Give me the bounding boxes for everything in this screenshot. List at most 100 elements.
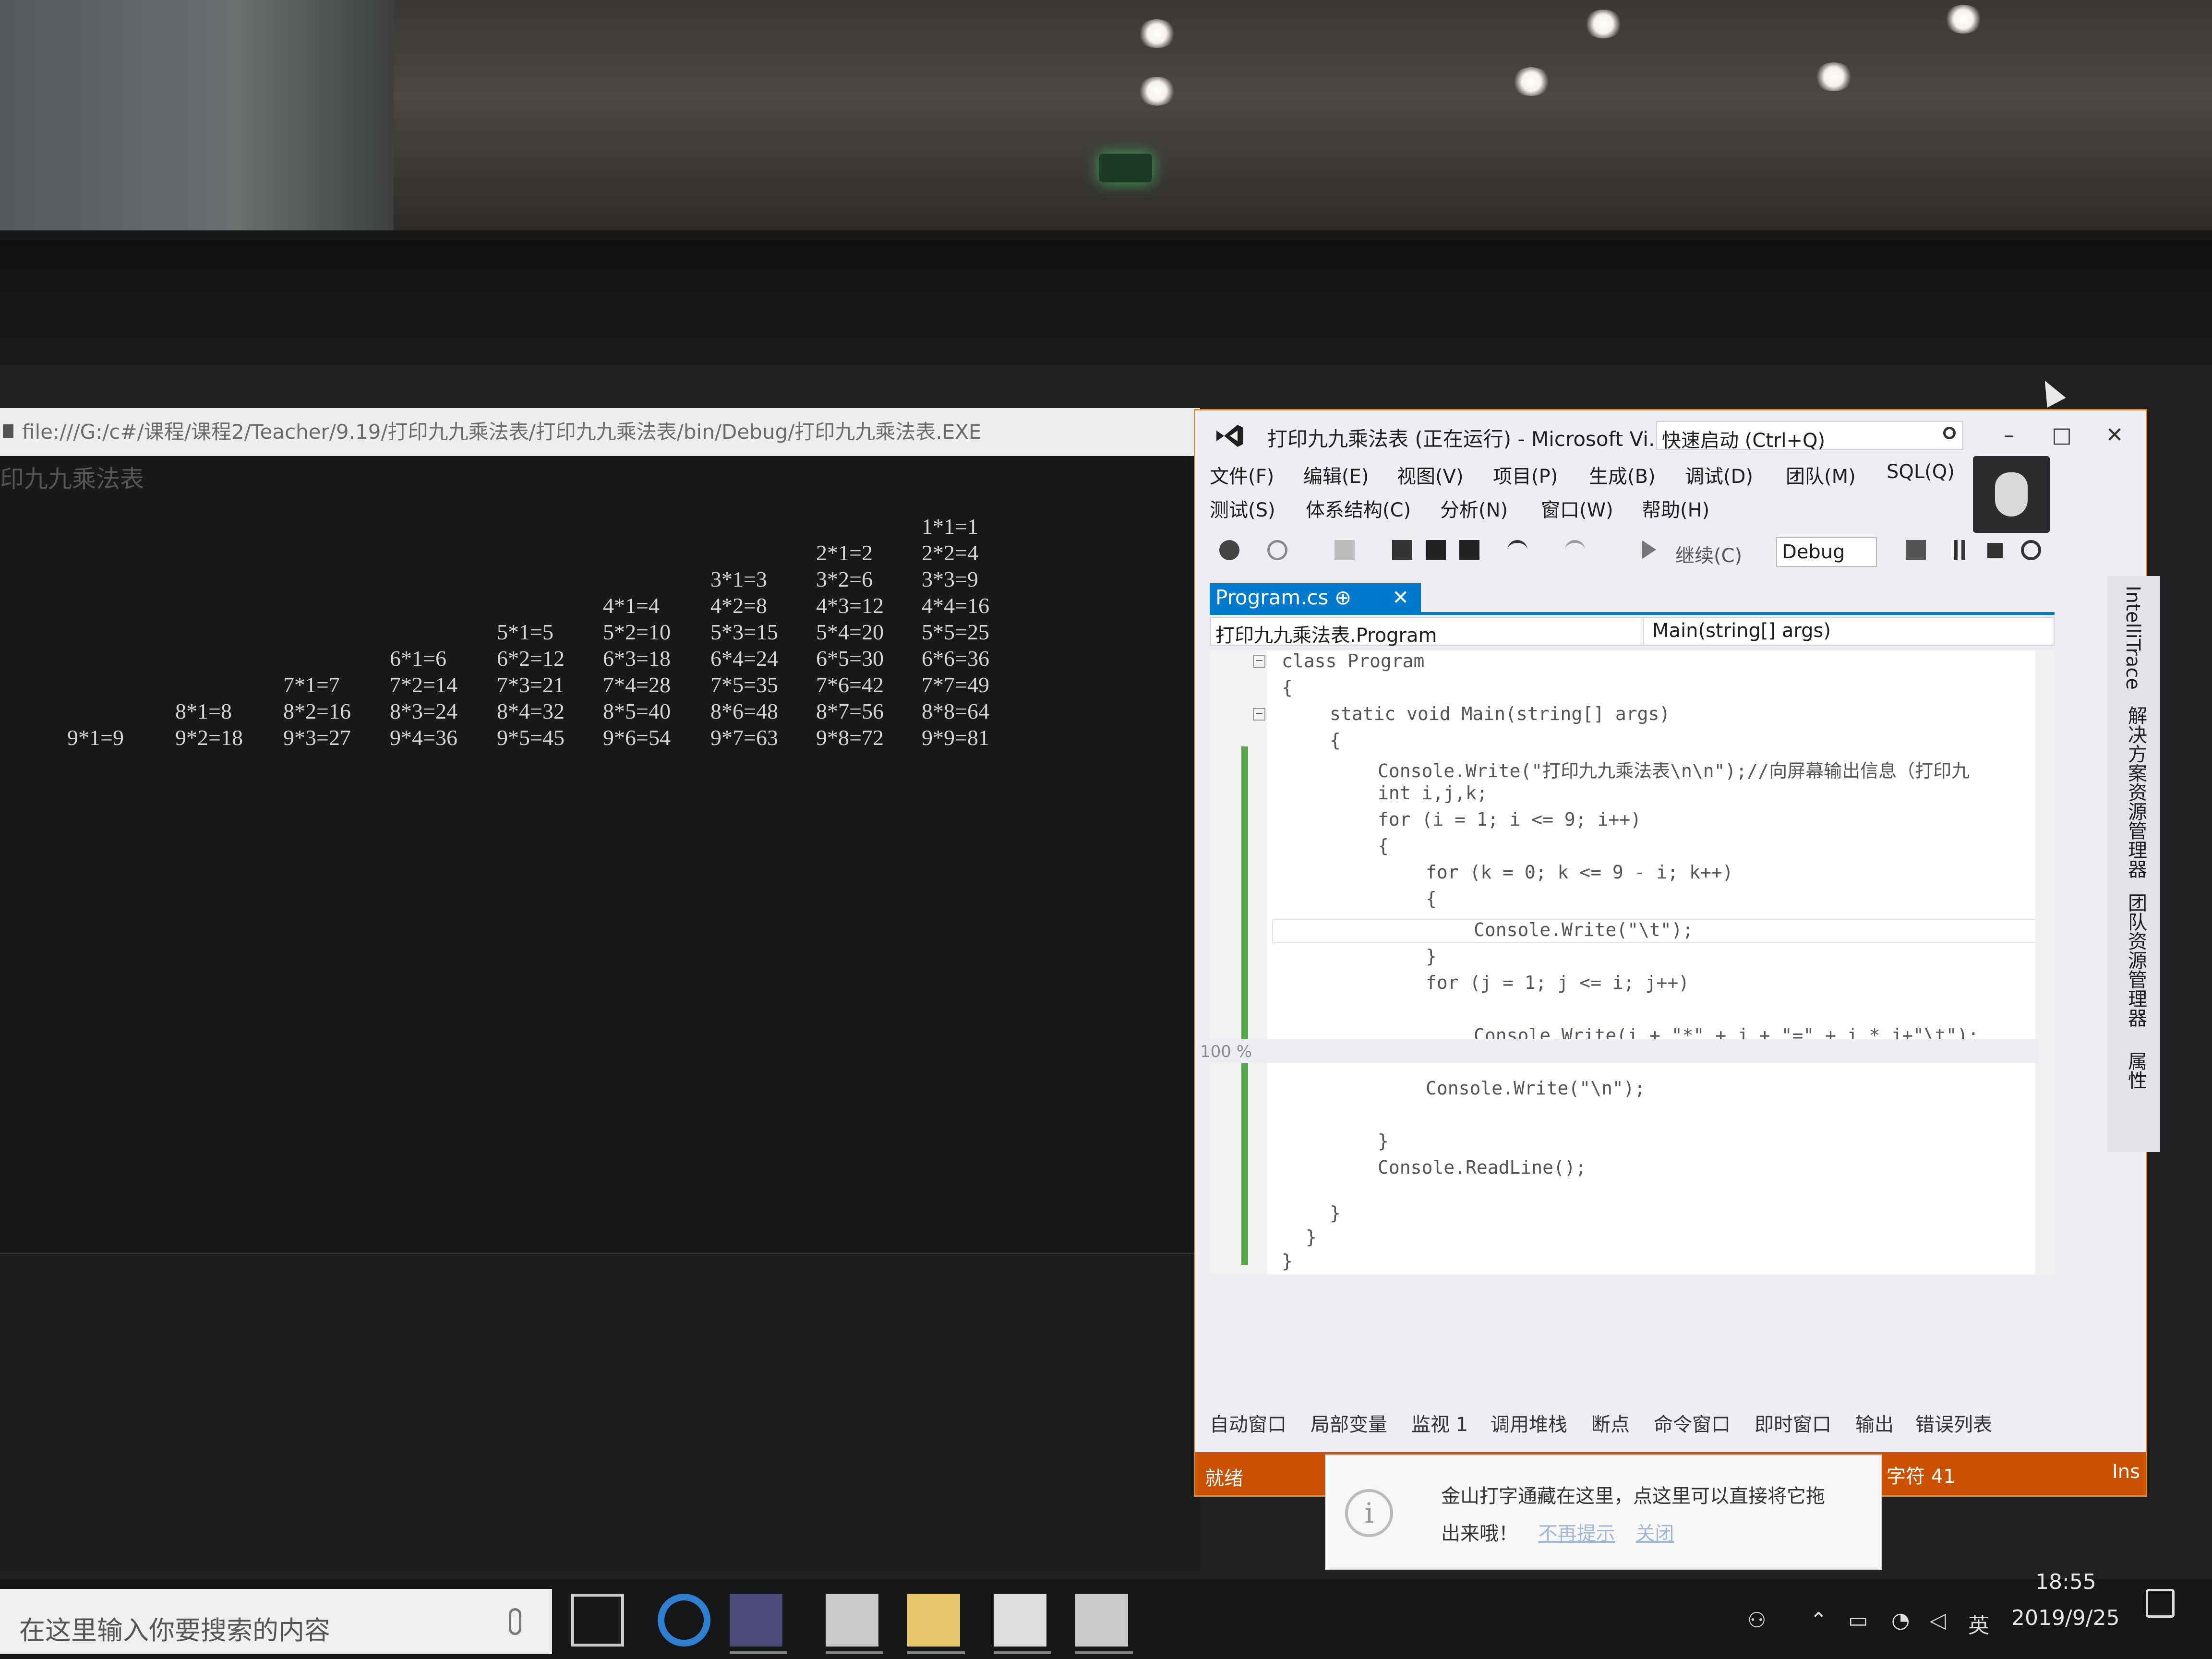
menu-file[interactable]: 文件(F)	[1210, 461, 1274, 489]
new-project-icon[interactable]	[1334, 540, 1355, 560]
clock-date[interactable]: 2019/9/25	[2011, 1606, 2120, 1630]
close-icon[interactable]: ✕	[1392, 583, 1409, 612]
code-line: class Program	[1282, 650, 1425, 672]
close-button[interactable]: ✕	[2098, 421, 2131, 450]
collapse-icon[interactable]: −	[1253, 655, 1265, 668]
change-indicator	[1241, 746, 1248, 1265]
toast-message-end: 出来哦！	[1441, 1523, 1518, 1545]
clock-time[interactable]: 18:55	[2035, 1570, 2096, 1594]
visual-studio-window[interactable]: 打印九九乘法表 (正在运行) - Microsoft Vi... 快速启动 (C…	[1195, 410, 2146, 1495]
redo-icon[interactable]	[1565, 540, 1585, 560]
taskbar-search-input[interactable]: 在这里输入你要搜索的内容	[0, 1589, 552, 1654]
file-explorer-icon[interactable]	[907, 1594, 960, 1647]
tab-error-list[interactable]: 错误列表	[1915, 1409, 1992, 1437]
app-icon[interactable]	[994, 1594, 1046, 1647]
minimize-button[interactable]: –	[1992, 421, 2026, 450]
visual-studio-taskbar-icon[interactable]	[730, 1594, 782, 1647]
menu-help[interactable]: 帮助(H)	[1642, 494, 1709, 522]
notification-toast[interactable]: i 金山打字通藏在这里，点这里可以直接将它拖 出来哦！ 不再提示 关闭	[1325, 1455, 1882, 1570]
stop-icon[interactable]	[1987, 543, 2003, 558]
tab-immediate-window[interactable]: 即时窗口	[1755, 1409, 1831, 1437]
save-all-icon[interactable]	[1459, 540, 1479, 560]
code-line: {	[1378, 835, 1389, 856]
app-icon[interactable]	[826, 1594, 878, 1647]
pause-icon[interactable]	[1954, 540, 1965, 560]
menu-window[interactable]: 窗口(W)	[1541, 494, 1613, 522]
console-app-icon	[3, 424, 13, 438]
menu-test[interactable]: 测试(S)	[1210, 494, 1275, 522]
menu-project[interactable]: 项目(P)	[1493, 461, 1558, 489]
console-output: 印九九乘法表 1*1=1 2*1=2 2*2=4 3*1=3 3*2=6 3*3=9 4*1…	[0, 456, 1200, 1253]
quick-launch-input[interactable]: 快速启动 (Ctrl+Q)	[1656, 421, 1963, 452]
member-dropdown[interactable]: Main(string[] args)	[1652, 620, 1831, 642]
back-icon[interactable]	[1219, 540, 1239, 560]
tab-command-window[interactable]: 命令窗口	[1654, 1409, 1731, 1437]
maximize-button[interactable]: □	[2045, 421, 2079, 450]
tab-autos[interactable]: 自动窗口	[1210, 1409, 1286, 1437]
code-line: for (k = 0; k <= 9 - i; k++)	[1426, 862, 1733, 883]
code-line: }	[1378, 1130, 1389, 1152]
menu-build[interactable]: 生成(B)	[1589, 461, 1656, 489]
open-icon[interactable]	[1392, 540, 1412, 560]
edge-browser-icon[interactable]	[658, 1594, 710, 1647]
menu-team[interactable]: 团队(M)	[1786, 461, 1856, 489]
dont-show-again-link[interactable]: 不再提示	[1539, 1523, 1615, 1545]
table-cell: 7*5=35	[710, 673, 778, 697]
tab-breakpoints[interactable]: 断点	[1591, 1409, 1630, 1437]
account-button[interactable]	[1973, 456, 2050, 533]
code-line: }	[1282, 1250, 1293, 1272]
side-tab-properties[interactable]: 属性	[2122, 1051, 2150, 1090]
class-dropdown[interactable]: 打印九九乘法表.Program	[1215, 620, 1437, 648]
tab-output[interactable]: 输出	[1855, 1409, 1894, 1437]
console-taskbar-icon[interactable]	[1075, 1594, 1128, 1647]
side-tab-team-explorer[interactable]: 团队资源管理器	[2122, 893, 2150, 1027]
battery-icon[interactable]: ▭	[1848, 1608, 1868, 1633]
pin-icon[interactable]: ⊕	[1334, 583, 1351, 612]
action-center-icon[interactable]	[2146, 1589, 2175, 1618]
task-view-icon[interactable]	[571, 1594, 624, 1647]
menu-analyze[interactable]: 分析(N)	[1440, 494, 1508, 522]
configuration-select[interactable]: Debug	[1776, 537, 1877, 567]
tab-program-cs[interactable]: Program.cs ⊕ ✕	[1210, 583, 1421, 612]
table-cell: 9*1=9	[67, 725, 124, 750]
people-icon[interactable]: ⚇	[1747, 1608, 1766, 1633]
undo-icon[interactable]	[1507, 540, 1527, 560]
close-link[interactable]: 关闭	[1635, 1523, 1674, 1545]
table-cell: 9*7=63	[710, 725, 778, 750]
code-editor[interactable]: − − class Program { static void Main(str…	[1210, 650, 2055, 1274]
table-cell: 9*3=27	[283, 725, 351, 750]
menu-architecture[interactable]: 体系结构(C)	[1306, 494, 1411, 522]
restart-icon[interactable]	[2021, 540, 2041, 560]
input-language[interactable]: 英	[1968, 1608, 1989, 1639]
active-indicator	[826, 1651, 883, 1654]
status-insert-mode: Ins	[2112, 1461, 2140, 1483]
volume-icon[interactable]: ◁	[1930, 1608, 1946, 1633]
side-tab-solution-explorer[interactable]: 解决方案资源管理器	[2122, 706, 2150, 878]
forward-icon[interactable]	[1267, 540, 1287, 560]
menu-sql[interactable]: SQL(Q)	[1887, 461, 1955, 483]
horizontal-scrollbar[interactable]: 100 %	[1195, 1039, 2040, 1063]
search-icon[interactable]	[1943, 427, 1956, 439]
console-window[interactable]: file:///G:/c#/课程/课程2/Teacher/9.19/打印九九乘法…	[0, 408, 1200, 1571]
attach-icon[interactable]	[1906, 540, 1926, 560]
console-titlebar[interactable]: file:///G:/c#/课程/课程2/Teacher/9.19/打印九九乘法…	[0, 408, 1200, 456]
collapse-icon[interactable]: −	[1253, 708, 1265, 721]
wifi-icon[interactable]: ◔	[1891, 1608, 1910, 1633]
chevron-up-icon[interactable]: ⌃	[1810, 1608, 1827, 1633]
tab-locals[interactable]: 局部变量	[1310, 1409, 1387, 1437]
save-icon[interactable]	[1426, 540, 1446, 560]
continue-button[interactable]: 继续(C)	[1675, 540, 1742, 568]
menu-view[interactable]: 视图(V)	[1397, 461, 1464, 489]
zoom-level[interactable]: 100 %	[1200, 1042, 1252, 1061]
tab-watch[interactable]: 监视 1	[1411, 1409, 1468, 1437]
tab-call-stack[interactable]: 调用堆栈	[1491, 1409, 1567, 1437]
menu-edit[interactable]: 编辑(E)	[1303, 461, 1369, 489]
vs-titlebar[interactable]: 打印九九乘法表 (正在运行) - Microsoft Vi... 快速启动 (C…	[1195, 410, 2146, 458]
side-tab-intellitrace[interactable]: IntelliTrace	[2122, 586, 2144, 690]
microphone-icon[interactable]	[509, 1608, 521, 1635]
table-cell: 9*5=45	[497, 725, 565, 750]
status-ready: 就绪	[1205, 1467, 1243, 1490]
play-icon[interactable]	[1642, 540, 1656, 559]
menu-debug[interactable]: 调试(D)	[1685, 461, 1753, 489]
vertical-scrollbar[interactable]	[2035, 650, 2055, 1274]
